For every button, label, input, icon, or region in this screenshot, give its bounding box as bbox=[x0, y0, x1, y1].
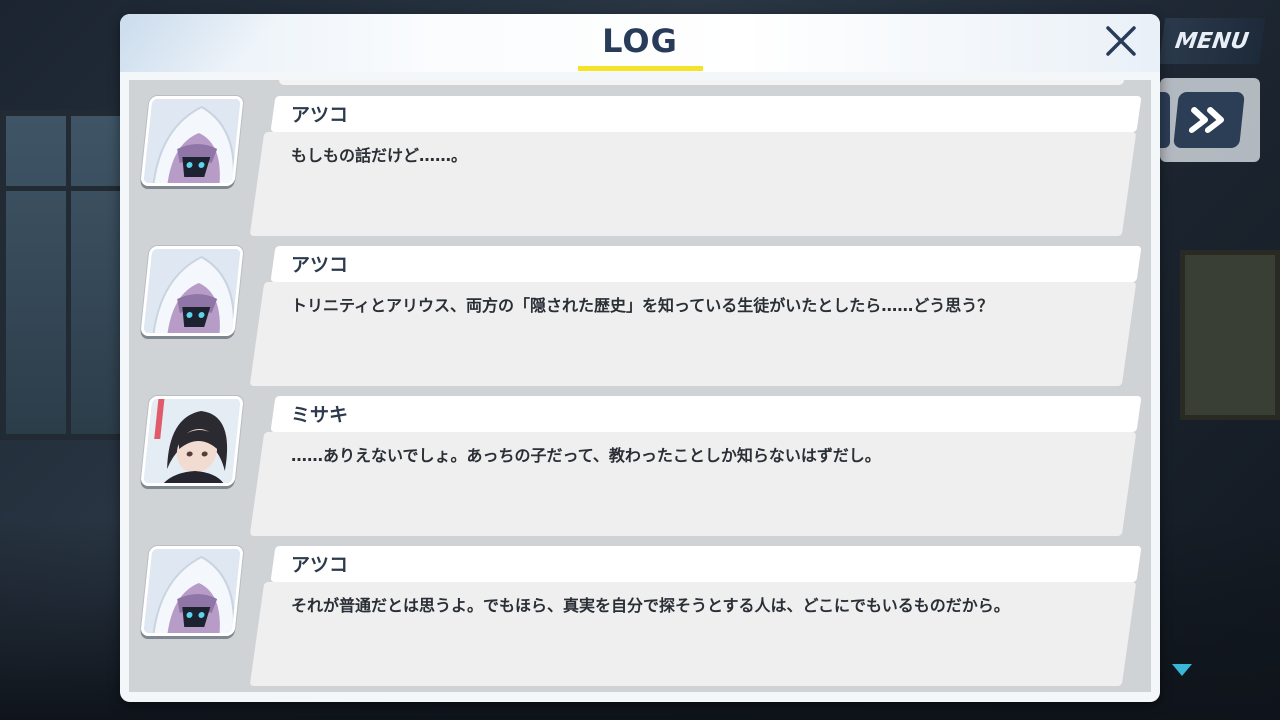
log-list[interactable]: アツコ もしもの話だけど……。 アツコ トリニティとアリウス、両方の「隠された歴… bbox=[129, 80, 1151, 692]
speaker-box bbox=[270, 546, 1142, 582]
message-text: それが普通だとは思うよ。でもほら、真実を自分で探そうとする人は、どこにでもいるも… bbox=[291, 596, 1010, 615]
log-header: LOG bbox=[120, 14, 1160, 72]
speaker-box bbox=[270, 246, 1142, 282]
log-title: LOG bbox=[602, 22, 678, 60]
scroll-down-icon[interactable] bbox=[1172, 664, 1192, 676]
close-icon bbox=[1106, 26, 1136, 56]
atsuko-portrait bbox=[140, 96, 244, 186]
auto-button[interactable] bbox=[1160, 92, 1170, 148]
log-entry: ミサキ ……ありえないでしょ。あっちの子だって、教わったことしか知らないはずだし… bbox=[129, 396, 1151, 536]
speaker-box bbox=[270, 396, 1142, 432]
log-entry: アツコ それが普通だとは思うよ。でもほら、真実を自分で探そうとする人は、どこにで… bbox=[129, 546, 1151, 686]
message-text: トリニティとアリウス、両方の「隠された歴史」を知っている生徒がいたとしたら……ど… bbox=[291, 296, 994, 315]
log-entry: アツコ もしもの話だけど……。 bbox=[129, 96, 1151, 236]
log-entry: アツコ トリニティとアリウス、両方の「隠された歴史」を知っている生徒がいたとした… bbox=[129, 246, 1151, 386]
menu-button[interactable]: MENU bbox=[1158, 18, 1266, 64]
log-window: LOG アツコ もしもの話だけど……。 アツコ トリニティとアリウス、両方の「隠… bbox=[120, 14, 1160, 702]
speaker-name: アツコ bbox=[291, 254, 349, 276]
speaker-name: アツコ bbox=[291, 104, 349, 126]
previous-entry-edge bbox=[279, 80, 1124, 85]
background-board bbox=[1180, 250, 1280, 420]
message-text: もしもの話だけど……。 bbox=[291, 146, 468, 165]
background-window bbox=[0, 110, 130, 440]
message-text: ……ありえないでしょ。あっちの子だって、教わったことしか知らないはずだし。 bbox=[291, 446, 881, 465]
speaker-name: ミサキ bbox=[291, 404, 349, 426]
title-underline bbox=[578, 66, 703, 71]
menu-label: MENU bbox=[1173, 28, 1251, 54]
skip-button[interactable] bbox=[1173, 92, 1245, 148]
speaker-box bbox=[270, 96, 1142, 132]
speaker-name: アツコ bbox=[291, 554, 349, 576]
fast-forward-icon bbox=[1188, 107, 1225, 133]
misaki-portrait bbox=[140, 396, 244, 486]
atsuko-portrait bbox=[140, 246, 244, 336]
atsuko-portrait bbox=[140, 546, 244, 636]
close-button[interactable] bbox=[1100, 20, 1142, 62]
